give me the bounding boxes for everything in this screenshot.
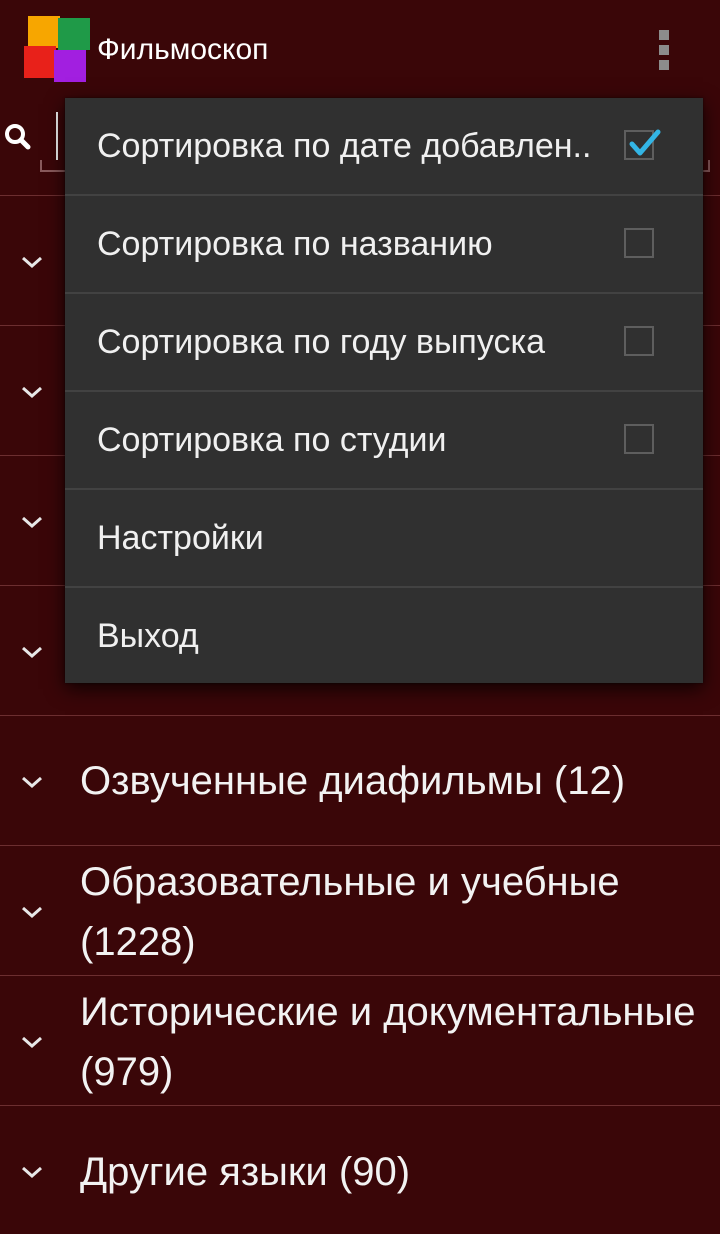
chevron-down-icon bbox=[22, 906, 42, 919]
checkbox-icon[interactable] bbox=[624, 129, 661, 160]
category-row[interactable]: Озвученные диафильмы (12) bbox=[0, 715, 720, 846]
chevron-down-icon bbox=[22, 1166, 42, 1179]
category-row[interactable]: Образовательные и учебные (1228) bbox=[0, 845, 720, 976]
logo-red-square bbox=[24, 46, 56, 78]
logo-orange-square bbox=[28, 16, 60, 48]
checkbox-icon[interactable] bbox=[624, 228, 654, 258]
menu-item-sort-by-studio[interactable]: Сортировка по студии bbox=[65, 392, 703, 490]
menu-item-label: Сортировка по названию bbox=[97, 225, 493, 263]
menu-item-sort-by-date-added[interactable]: Сортировка по дате добавлен.. bbox=[65, 98, 703, 196]
category-row[interactable]: Исторические и документальные (979) bbox=[0, 975, 720, 1106]
chevron-down-icon bbox=[22, 386, 42, 399]
app-screen: Фильмоскоп Озвученные диафильмы (12) Обр… bbox=[0, 0, 720, 1233]
text-cursor bbox=[56, 112, 58, 160]
chevron-down-icon bbox=[22, 516, 42, 529]
menu-item-label: Сортировка по студии bbox=[97, 421, 447, 459]
menu-item-label: Выход bbox=[97, 617, 199, 655]
checkbox-icon[interactable] bbox=[624, 326, 654, 356]
overflow-dot bbox=[659, 30, 669, 40]
chevron-down-icon bbox=[22, 1036, 42, 1049]
checkbox-icon[interactable] bbox=[624, 424, 654, 454]
category-label: Образовательные и учебные (1228) bbox=[80, 860, 620, 964]
category-label: Другие языки (90) bbox=[80, 1150, 411, 1194]
overflow-menu-icon[interactable] bbox=[644, 24, 684, 76]
menu-item-sort-by-year[interactable]: Сортировка по году выпуска bbox=[65, 294, 703, 392]
chevron-down-icon bbox=[22, 256, 42, 269]
menu-item-label: Сортировка по году выпуска bbox=[97, 323, 545, 361]
menu-item-sort-by-title[interactable]: Сортировка по названию bbox=[65, 196, 703, 294]
logo-green-square bbox=[58, 18, 90, 50]
category-label: Исторические и документальные (979) bbox=[80, 990, 696, 1094]
category-row[interactable]: Другие языки (90) bbox=[0, 1105, 720, 1234]
app-title: Фильмоскоп bbox=[97, 33, 269, 66]
chevron-down-icon bbox=[22, 646, 42, 659]
logo-purple-square bbox=[54, 50, 86, 82]
menu-item-settings[interactable]: Настройки bbox=[65, 490, 703, 588]
overflow-dot bbox=[659, 60, 669, 70]
search-icon[interactable] bbox=[2, 120, 36, 154]
app-logo bbox=[24, 16, 90, 82]
chevron-down-icon bbox=[22, 776, 42, 789]
action-bar: Фильмоскоп bbox=[0, 0, 720, 100]
menu-item-exit[interactable]: Выход bbox=[65, 588, 703, 684]
overflow-menu: Сортировка по дате добавлен.. Сортировка… bbox=[65, 98, 703, 683]
checkmark-icon bbox=[629, 129, 661, 156]
overflow-dot bbox=[659, 45, 669, 55]
category-label: Озвученные диафильмы (12) bbox=[80, 759, 626, 803]
menu-item-label: Настройки bbox=[97, 519, 264, 557]
menu-item-label: Сортировка по дате добавлен.. bbox=[97, 127, 592, 165]
